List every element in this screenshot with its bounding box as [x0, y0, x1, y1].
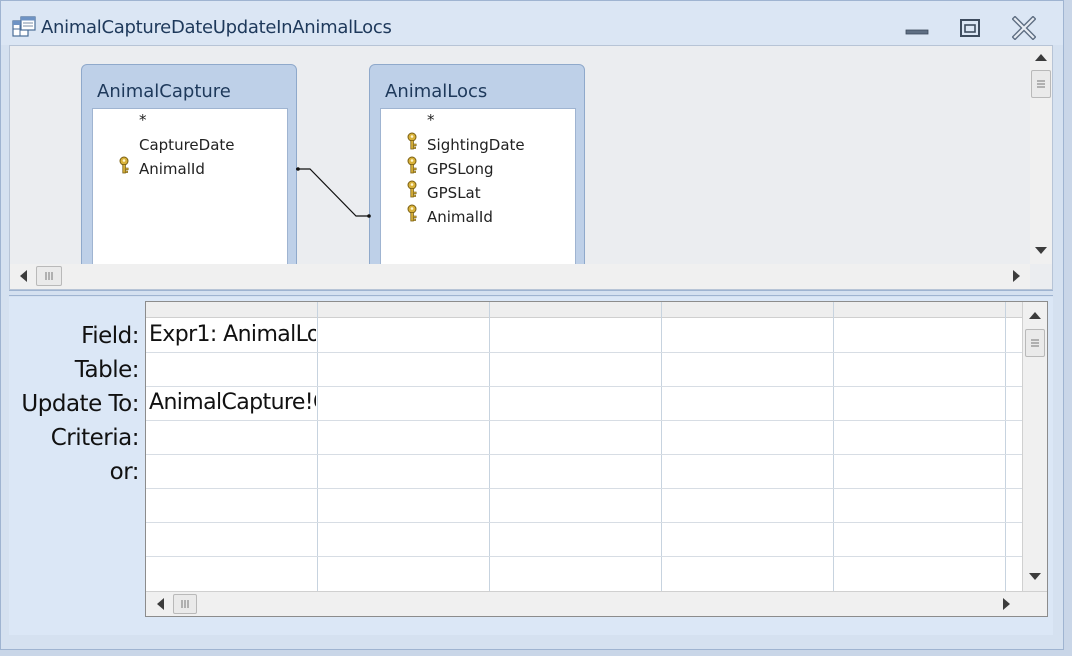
arrow-right-icon: [1003, 598, 1010, 610]
arrow-down-icon: [1029, 573, 1041, 580]
restore-icon: [960, 19, 980, 37]
column-selector-bar[interactable]: [146, 302, 1022, 318]
arrow-right-icon: [1013, 270, 1020, 282]
design-grid-pane: Field: Table: Update To: Criteria: or: E…: [9, 297, 1053, 635]
title-bar[interactable]: AnimalCaptureDateUpdateInAnimalLocs: [1, 1, 1063, 45]
row-label-criteria: Criteria:: [50, 425, 140, 451]
scroll-up-button[interactable]: [1030, 46, 1052, 68]
grip-icon: [181, 600, 189, 608]
vertical-scrollbar[interactable]: [1030, 46, 1052, 264]
arrow-up-icon: [1035, 54, 1047, 61]
scroll-left-button[interactable]: [12, 265, 34, 287]
query-design-grid[interactable]: Expr1: AnimalLocs AnimalCapture!CaptureD…: [145, 301, 1048, 617]
query-design-window: AnimalCaptureDateUpdateInAnimalLocs Anim…: [0, 0, 1064, 650]
scroll-down-button[interactable]: [1024, 566, 1046, 588]
grip-icon: [1031, 339, 1039, 347]
grid-vertical-scrollbar[interactable]: [1022, 302, 1047, 591]
scroll-left-button[interactable]: [149, 593, 171, 615]
minimize-icon: [905, 29, 929, 35]
arrow-up-icon: [1029, 312, 1041, 319]
close-button[interactable]: [1004, 13, 1044, 43]
arrow-left-icon: [20, 270, 27, 282]
grid-cell-or[interactable]: [149, 458, 316, 488]
scroll-down-button[interactable]: [1030, 240, 1052, 262]
row-label-update-to: Update To:: [21, 391, 139, 417]
scroll-thumb[interactable]: [1031, 70, 1051, 98]
scroll-up-button[interactable]: [1024, 304, 1046, 326]
table-canvas[interactable]: AnimalCapture * CaptureDate AnimalId Ani…: [10, 46, 1030, 264]
window-title: AnimalCaptureDateUpdateInAnimalLocs: [41, 17, 392, 38]
grip-icon: [1037, 80, 1045, 88]
scroll-right-button[interactable]: [996, 593, 1018, 615]
arrow-down-icon: [1035, 247, 1047, 254]
grid-cell-table[interactable]: [149, 356, 316, 386]
row-label-or: or:: [109, 459, 140, 485]
grid-horizontal-scrollbar[interactable]: [146, 591, 1047, 616]
scroll-thumb[interactable]: [36, 266, 62, 286]
table-design-pane[interactable]: AnimalCapture * CaptureDate AnimalId Ani…: [9, 45, 1053, 290]
scroll-right-button[interactable]: [1006, 265, 1028, 287]
restore-button[interactable]: [950, 13, 990, 43]
grid-cell-update-to[interactable]: AnimalCapture!CaptureDate: [149, 390, 316, 420]
grip-icon: [45, 272, 53, 280]
pane-splitter[interactable]: [9, 290, 1053, 296]
arrow-left-icon: [157, 598, 164, 610]
row-label-field: Field:: [81, 323, 139, 349]
minimize-button[interactable]: [897, 13, 937, 43]
grid-cell-field[interactable]: Expr1: AnimalLocs: [149, 322, 316, 352]
scroll-thumb[interactable]: [173, 594, 197, 614]
close-icon: [1012, 16, 1036, 40]
horizontal-scrollbar[interactable]: [10, 264, 1030, 289]
query-icon: [12, 16, 36, 37]
grid-cell-criteria[interactable]: [149, 424, 316, 454]
join-line[interactable]: [10, 46, 1030, 264]
row-label-table: Table:: [74, 357, 140, 383]
scroll-thumb[interactable]: [1025, 329, 1045, 357]
